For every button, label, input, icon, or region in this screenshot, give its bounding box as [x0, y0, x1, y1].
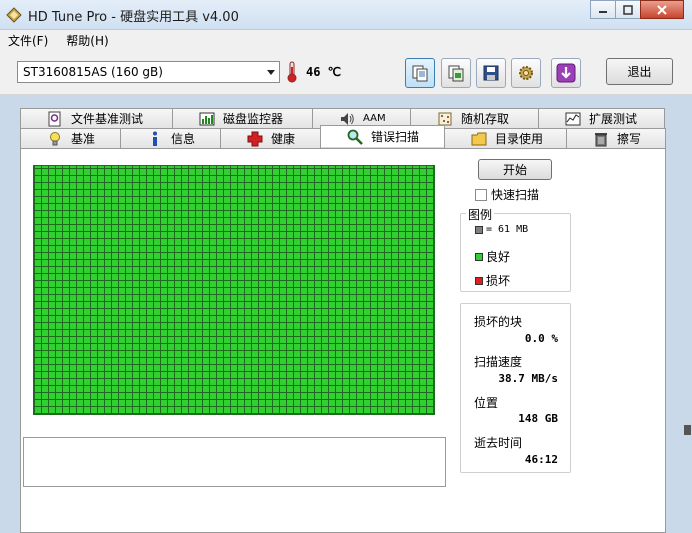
toolbar: ST3160815AS (160 gB) 46 ℃ 退出: [0, 50, 692, 95]
scan-speed-label: 扫描速度: [474, 355, 523, 369]
scan-speed-value: 38.7 MB/s: [498, 372, 558, 385]
bad-label: 损坏: [486, 274, 511, 288]
drive-select-value: ST3160815AS (160 gB): [23, 65, 163, 79]
tab-label: 目录使用: [495, 132, 544, 146]
tab-health[interactable]: 健康: [220, 128, 321, 148]
damaged-blocks-value: 0.0 %: [524, 332, 558, 345]
folder-icon: [471, 132, 487, 145]
tab-label: 随机存取: [461, 112, 510, 126]
copy-image-icon: [448, 65, 464, 82]
elapsed-time-label: 逝去时间: [474, 436, 523, 450]
temperature-readout: 46 ℃: [306, 65, 342, 79]
tab-label: 健康: [271, 132, 296, 146]
tab-erase[interactable]: 擦写: [566, 128, 666, 148]
exit-button[interactable]: 退出: [606, 58, 673, 85]
tab-info[interactable]: 信息: [120, 128, 221, 148]
download-button[interactable]: [551, 58, 581, 88]
tab-label: 信息: [171, 132, 196, 146]
quick-scan-checkbox[interactable]: [475, 188, 487, 201]
tab-label: 基准: [71, 132, 96, 146]
close-icon: [657, 4, 667, 15]
drive-select[interactable]: ST3160815AS (160 gB): [17, 61, 280, 83]
save-button[interactable]: [476, 58, 506, 88]
magnifier-icon: [347, 129, 363, 145]
resize-grip-icon[interactable]: [684, 425, 691, 435]
title-bar: HD Tune Pro - 硬盘实用工具 v4.00: [0, 0, 692, 30]
quick-scan-label: 快速扫描: [491, 188, 540, 202]
window-right-edge: [683, 100, 692, 533]
gear-icon: [519, 66, 533, 80]
speaker-icon: [341, 112, 354, 125]
close-button[interactable]: [640, 0, 684, 19]
tab-file-benchmark[interactable]: 文件基准测试: [20, 108, 173, 128]
minimize-button[interactable]: [590, 0, 616, 19]
tab-benchmark[interactable]: 基准: [20, 128, 121, 148]
copy-screenshot-button[interactable]: [441, 58, 471, 88]
disk-monitor-icon: [199, 112, 215, 125]
trash-icon: [595, 132, 607, 146]
quick-scan-toggle[interactable]: 快速扫描: [475, 186, 539, 203]
legend-block-size: = 61 MB: [475, 224, 528, 235]
chevron-down-icon: [267, 70, 275, 75]
elapsed-time-value: 46:12: [524, 453, 558, 466]
tab-folder-usage[interactable]: 目录使用: [444, 128, 567, 148]
tab-label: 扩展测试: [589, 112, 638, 126]
tab-row-primary: 基准 信息 健康 错误扫描 目录使用 擦写: [20, 125, 666, 148]
file-benchmark-icon: [48, 111, 61, 126]
tab-extra-tests[interactable]: 扩展测试: [538, 108, 665, 128]
minimize-icon: [599, 10, 607, 13]
tab-label: 文件基准测试: [71, 112, 144, 126]
tab-label: 擦写: [617, 132, 642, 146]
tab-disk-monitor[interactable]: 磁盘监控器: [172, 108, 313, 128]
window-title: HD Tune Pro - 硬盘实用工具 v4.00: [28, 10, 239, 25]
download-arrow-icon: [556, 63, 576, 83]
menu-help[interactable]: 帮助(H): [66, 32, 108, 49]
hd-tune-app-icon: [6, 7, 22, 23]
position-value: 148 GB: [518, 412, 558, 425]
legend-bad: 损坏: [475, 272, 510, 289]
legend-title: 图例: [466, 206, 495, 223]
menu-file[interactable]: 文件(F): [8, 32, 48, 49]
green-swatch-icon: [475, 252, 483, 261]
copy-info-button[interactable]: [405, 58, 435, 88]
tab-label: 磁盘监控器: [223, 112, 284, 126]
info-icon: [153, 131, 157, 146]
red-swatch-icon: [475, 276, 483, 285]
tab-label: AAM: [363, 113, 386, 124]
scan-log-box: [23, 437, 446, 487]
gray-swatch-icon: [475, 225, 483, 234]
damaged-blocks-label: 损坏的块: [474, 315, 523, 329]
block-size-text: = 61 MB: [486, 224, 529, 235]
floppy-disk-icon: [483, 65, 499, 81]
health-cross-icon: [247, 131, 263, 146]
maximize-icon: [623, 4, 633, 15]
menu-bar: 文件(F) 帮助(H): [0, 30, 692, 50]
scan-block-map: [33, 165, 435, 415]
extra-tests-icon: [565, 112, 581, 125]
lightbulb-icon: [50, 131, 60, 145]
tab-label: 错误扫描: [371, 130, 420, 144]
position-label: 位置: [474, 396, 499, 410]
maximize-button[interactable]: [615, 0, 641, 19]
tab-error-scan[interactable]: 错误扫描: [320, 125, 445, 147]
options-button[interactable]: [511, 58, 541, 88]
start-scan-button[interactable]: 开始: [478, 159, 552, 180]
copy-text-icon: [412, 65, 428, 82]
legend-good: 良好: [475, 248, 510, 265]
thermometer-icon: [287, 61, 297, 83]
good-label: 良好: [486, 250, 511, 264]
random-access-icon: [438, 112, 452, 125]
